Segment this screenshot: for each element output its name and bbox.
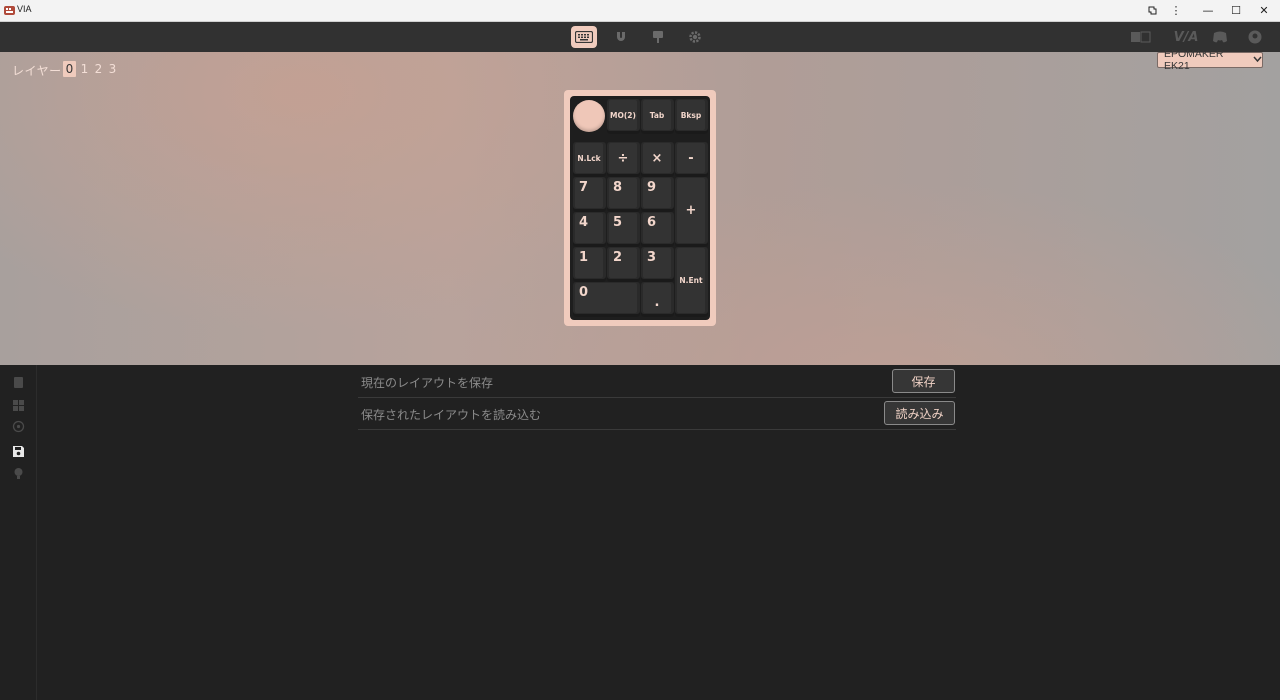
key-4[interactable]: 4 — [573, 212, 606, 247]
key-0[interactable]: 0 — [573, 282, 640, 317]
load-layout-row: 保存されたレイアウトを読み込む 読み込み — [358, 398, 956, 430]
key-5[interactable]: 5 — [607, 212, 640, 247]
save-button[interactable]: 保存 — [892, 369, 955, 393]
key-8[interactable]: 8 — [607, 177, 640, 212]
key-9[interactable]: 9 — [641, 177, 674, 212]
device-select[interactable]: EPOMAKER EK21 — [1157, 48, 1263, 72]
keyboard-icon[interactable] — [571, 26, 597, 48]
key-minus[interactable]: - — [675, 142, 708, 177]
key-6[interactable]: 6 — [641, 212, 674, 247]
via-logo-icon[interactable]: V/A — [1173, 29, 1199, 45]
save-icon[interactable] — [12, 445, 25, 458]
grid-icon[interactable] — [12, 399, 25, 412]
window-title: VIA — [17, 4, 32, 14]
key-2[interactable]: 2 — [607, 247, 640, 282]
key-bksp[interactable]: Bksp — [675, 99, 708, 134]
key-7[interactable]: 7 — [573, 177, 606, 212]
top-nav-bar: V/A — [0, 22, 1280, 52]
left-sidebar — [0, 365, 37, 700]
title-bar: VIA ⋮ — ☐ ✕ — [0, 0, 1280, 22]
key-numlock[interactable]: N.Lck — [573, 142, 606, 177]
key-numpad-enter[interactable]: N.Ent — [675, 247, 708, 317]
close-button[interactable]: ✕ — [1250, 0, 1278, 21]
more-menu-icon[interactable]: ⋮ — [1162, 0, 1190, 21]
layer-0-button[interactable]: 0 — [63, 61, 76, 77]
key-tab[interactable]: Tab — [641, 99, 674, 134]
key-dot[interactable]: . — [641, 282, 674, 317]
load-button[interactable]: 読み込み — [884, 401, 955, 425]
minimize-button[interactable]: — — [1194, 0, 1222, 21]
device-name: EPOMAKER EK21 — [1164, 48, 1224, 72]
key-divide[interactable]: ÷ — [607, 142, 640, 177]
keyboard-display-area: レイヤー 0 1 2 3 EPOMAKER EK21 MO(2) Tab Bks… — [0, 48, 1280, 365]
app-logo-icon — [4, 6, 15, 15]
circle-dot-icon[interactable] — [12, 420, 25, 433]
layer-3-button[interactable]: 3 — [106, 61, 119, 77]
key-3[interactable]: 3 — [641, 247, 674, 282]
layer-2-button[interactable]: 2 — [92, 61, 105, 77]
keyboard-frame: MO(2) Tab Bksp N.Lck ÷ × - 7 8 9 + 4 5 6… — [564, 90, 716, 326]
layer-1-button[interactable]: 1 — [78, 61, 91, 77]
gear-icon[interactable] — [682, 26, 708, 48]
key-1[interactable]: 1 — [573, 247, 606, 282]
key-mo2[interactable]: MO(2) — [607, 99, 640, 134]
keyboard-plate: MO(2) Tab Bksp N.Lck ÷ × - 7 8 9 + 4 5 6… — [570, 96, 710, 320]
translate-icon[interactable] — [1131, 29, 1151, 45]
chevron-down-icon — [1253, 55, 1262, 66]
github-icon[interactable] — [1247, 29, 1263, 45]
maximize-button[interactable]: ☐ — [1222, 0, 1250, 21]
key-plus[interactable]: + — [675, 177, 708, 247]
save-layout-label: 現在のレイアウトを保存 — [361, 376, 494, 390]
key-multiply[interactable]: × — [641, 142, 674, 177]
magnet-icon[interactable] — [608, 26, 634, 48]
lightbulb-icon[interactable] — [12, 467, 25, 480]
load-layout-label: 保存されたレイアウトを読み込む — [361, 408, 542, 422]
discord-icon[interactable] — [1211, 29, 1229, 45]
save-layout-row: 現在のレイアウトを保存 保存 — [358, 366, 956, 398]
layer-label: レイヤー — [12, 64, 62, 78]
rotary-knob[interactable] — [573, 100, 605, 132]
paintbrush-icon[interactable] — [645, 26, 671, 48]
book-icon[interactable] — [12, 376, 25, 389]
